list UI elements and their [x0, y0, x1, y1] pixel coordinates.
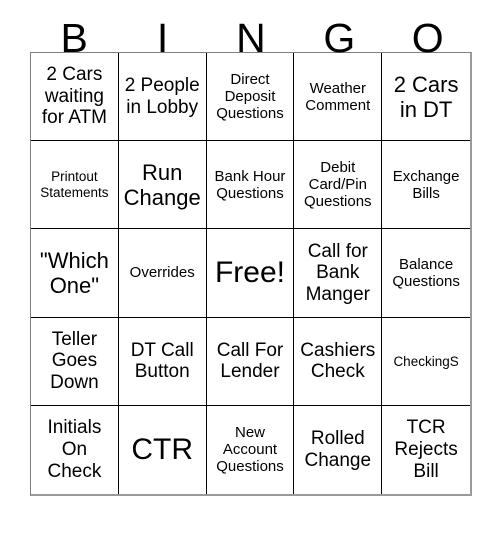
bingo-header-row: B I N G O [30, 0, 472, 59]
bingo-cell[interactable]: Run Change [118, 141, 207, 230]
bingo-cell[interactable]: Balance Questions [382, 229, 470, 318]
bingo-cell[interactable]: 2 People in Lobby [118, 53, 207, 142]
bingo-cell-label: Overrides [129, 264, 195, 282]
bingo-cell-label: Rolled Change [304, 428, 372, 471]
bingo-cell[interactable]: Teller Goes Down [31, 317, 119, 406]
bingo-cell-label: Exchange Bills [392, 167, 460, 202]
bingo-cell[interactable]: Call For Lender [206, 317, 295, 406]
bingo-cell-label: Teller Goes Down [50, 328, 99, 394]
bingo-cell-label: TCR Rejects Bill [394, 417, 458, 482]
bingo-cell[interactable]: CheckingS [382, 317, 470, 406]
bingo-cell[interactable]: Call for Bank Manger [294, 229, 383, 318]
bingo-cell-label: Direct Deposit Questions [216, 70, 284, 123]
bingo-cell[interactable]: Cashiers Check [294, 317, 383, 406]
bingo-cell-label: 2 People in Lobby [124, 74, 200, 118]
bingo-cell-label: Debit Card/Pin Questions [304, 159, 372, 211]
bingo-cell[interactable]: New Account Questions [206, 405, 295, 494]
bingo-cell[interactable]: Debit Card/Pin Questions [294, 141, 383, 230]
bingo-cell[interactable]: TCR Rejects Bill [382, 405, 470, 494]
bingo-cell-label: DT Call Button [130, 339, 194, 383]
bingo-cell-label: Cashiers Check [300, 339, 376, 383]
bingo-cell[interactable]: 2 Cars in DT [382, 53, 470, 142]
bingo-cell-label: Bank Hour Questions [214, 167, 286, 202]
bingo-cell[interactable]: Overrides [118, 229, 207, 318]
bingo-cell[interactable]: DT Call Button [118, 317, 207, 406]
bingo-cell[interactable]: Bank Hour Questions [206, 141, 295, 230]
bingo-cell-label: Balance Questions [392, 255, 460, 290]
bingo-cell[interactable]: "Which One" [31, 229, 119, 318]
bingo-cell-label: 2 Cars in DT [393, 71, 459, 122]
bingo-cell-label: "Which One" [39, 247, 109, 298]
bingo-cell[interactable]: Direct Deposit Questions [206, 53, 295, 142]
bingo-cell-label: CTR [131, 432, 194, 466]
bingo-cell-label: New Account Questions [216, 424, 284, 476]
bingo-cell[interactable]: Initials On Check [31, 405, 119, 494]
bingo-cell[interactable]: 2 Cars waiting for ATM [31, 53, 119, 142]
bingo-cell[interactable]: Rolled Change [294, 405, 383, 494]
bingo-cell-label: Call for Bank Manger [305, 240, 370, 305]
bingo-card: B I N G O 2 Cars waiting for ATM 2 People… [0, 0, 500, 544]
bingo-cell-label: Run Change [123, 159, 201, 210]
bingo-cell[interactable]: Printout Statements [31, 141, 119, 230]
bingo-cell-label: Initials On Check [47, 417, 102, 482]
bingo-cell[interactable]: Weather Comment [294, 53, 383, 142]
bingo-cell[interactable]: CTR [118, 405, 207, 494]
bingo-cell-free[interactable]: Free! [206, 229, 295, 318]
bingo-cell-label: Weather Comment [305, 79, 371, 114]
bingo-cell-label: Free! [214, 255, 285, 289]
bingo-cell-label: Printout Statements [40, 169, 109, 200]
bingo-cell-label: CheckingS [393, 353, 459, 369]
bingo-grid: 2 Cars waiting for ATM 2 People in Lobby D… [30, 52, 472, 496]
bingo-cell-label: 2 Cars waiting for ATM [41, 64, 107, 129]
bingo-cell[interactable]: Exchange Bills [382, 141, 470, 230]
bingo-cell-label: Call For Lender [216, 339, 284, 383]
